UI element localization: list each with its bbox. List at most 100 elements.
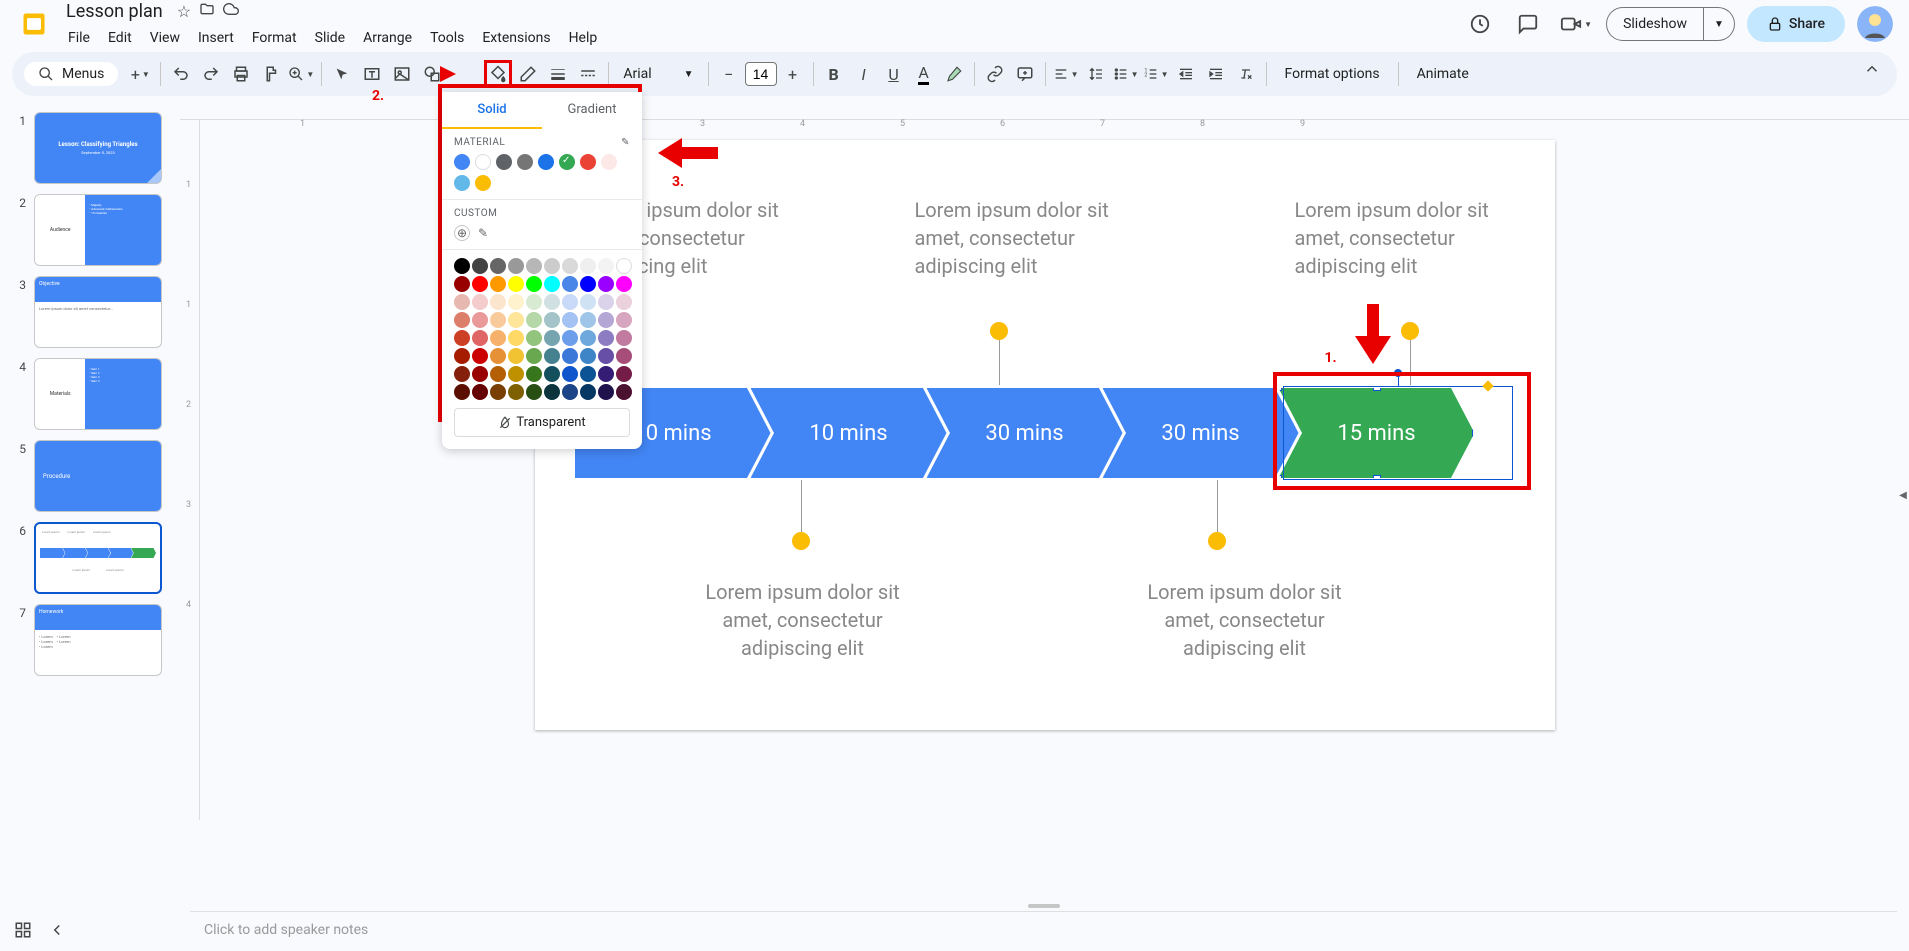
color-swatch[interactable]	[544, 348, 560, 364]
color-swatch[interactable]	[562, 294, 578, 310]
color-swatch[interactable]	[472, 384, 488, 400]
slide-thumb-1[interactable]: Lesson: Classifying TrianglesSeptember 5…	[34, 112, 162, 184]
slide-text-bottom-1[interactable]: Lorem ipsum dolor sit amet, consectetur …	[683, 578, 923, 662]
bold-button[interactable]: B	[820, 60, 848, 88]
color-swatch[interactable]	[544, 366, 560, 382]
color-swatch[interactable]	[544, 312, 560, 328]
color-swatch[interactable]	[526, 258, 542, 274]
user-avatar[interactable]	[1857, 6, 1893, 42]
menu-view[interactable]: View	[142, 26, 188, 50]
menu-insert[interactable]: Insert	[190, 26, 242, 50]
color-swatch[interactable]	[490, 366, 506, 382]
color-swatch[interactable]	[562, 276, 578, 292]
menu-edit[interactable]: Edit	[100, 26, 140, 50]
grid-view-button[interactable]	[14, 921, 32, 943]
color-swatch[interactable]	[490, 276, 506, 292]
color-swatch[interactable]	[580, 276, 596, 292]
numbered-list-button[interactable]: 12▼	[1142, 60, 1170, 88]
search-menus[interactable]: Menus	[24, 62, 118, 86]
history-icon[interactable]	[1462, 6, 1498, 42]
color-swatch[interactable]	[580, 366, 596, 382]
side-panel-handle[interactable]: ◀	[1897, 476, 1909, 516]
timeline-dot[interactable]	[792, 532, 810, 550]
text-color-button[interactable]: A	[910, 60, 938, 88]
color-swatch[interactable]	[598, 330, 614, 346]
expand-toolbar-icon[interactable]	[1863, 60, 1881, 82]
color-swatch[interactable]	[562, 330, 578, 346]
app-logo[interactable]	[16, 6, 52, 42]
color-swatch[interactable]	[616, 294, 632, 310]
color-swatch[interactable]	[580, 348, 596, 364]
color-swatch[interactable]	[454, 258, 470, 274]
link-button[interactable]	[981, 60, 1009, 88]
color-swatch[interactable]	[544, 276, 560, 292]
color-swatch[interactable]	[454, 312, 470, 328]
line-spacing-button[interactable]	[1082, 60, 1110, 88]
paint-format-button[interactable]	[257, 60, 285, 88]
color-swatch[interactable]	[601, 154, 617, 170]
color-swatch[interactable]	[508, 366, 524, 382]
align-button[interactable]: ▼	[1052, 60, 1080, 88]
color-swatch[interactable]	[616, 330, 632, 346]
move-folder-icon[interactable]	[199, 1, 215, 21]
format-options-button[interactable]: Format options	[1273, 62, 1392, 86]
slide-thumb-5[interactable]: Procedure	[34, 440, 162, 512]
increase-font-button[interactable]: +	[779, 60, 807, 88]
color-swatch[interactable]	[454, 348, 470, 364]
comments-icon[interactable]	[1510, 6, 1546, 42]
color-swatch[interactable]	[616, 276, 632, 292]
decrease-font-button[interactable]: −	[715, 60, 743, 88]
timeline-dot[interactable]	[1208, 532, 1226, 550]
slide-text-top-3[interactable]: Lorem ipsum dolor sit amet, consectetur …	[1295, 196, 1535, 280]
underline-button[interactable]: U	[880, 60, 908, 88]
chevron-5-selected[interactable]: 15 mins	[1279, 388, 1475, 478]
color-swatch[interactable]	[598, 276, 614, 292]
color-swatch[interactable]	[538, 154, 554, 170]
color-swatch[interactable]	[562, 258, 578, 274]
picker-tab-solid[interactable]: Solid	[442, 92, 542, 129]
color-swatch[interactable]	[526, 348, 542, 364]
slide-thumb-6[interactable]: Lorem ipsumLorem ipsumLorem ipsum Lorem …	[34, 522, 162, 594]
color-swatch[interactable]	[580, 294, 596, 310]
color-swatch[interactable]	[526, 384, 542, 400]
color-swatch[interactable]	[562, 312, 578, 328]
color-swatch[interactable]	[562, 348, 578, 364]
color-swatch[interactable]	[508, 294, 524, 310]
color-swatch[interactable]	[472, 294, 488, 310]
color-swatch[interactable]	[475, 154, 491, 170]
color-swatch[interactable]	[544, 384, 560, 400]
speaker-notes[interactable]: Click to add speaker notes	[190, 911, 1897, 951]
shape-tool[interactable]	[418, 60, 446, 88]
highlight-button[interactable]	[940, 60, 968, 88]
color-swatch[interactable]	[454, 276, 470, 292]
color-swatch[interactable]	[598, 384, 614, 400]
menu-help[interactable]: Help	[561, 26, 606, 50]
font-size-input[interactable]	[745, 62, 777, 86]
color-swatch[interactable]	[526, 366, 542, 382]
timeline-dot[interactable]	[990, 322, 1008, 340]
color-swatch[interactable]	[508, 312, 524, 328]
picker-tab-gradient[interactable]: Gradient	[542, 92, 642, 129]
color-swatch[interactable]	[490, 384, 506, 400]
border-color-button[interactable]	[514, 60, 542, 88]
slide-canvas[interactable]: Lorem ipsum dolor sit amet, consectetur …	[535, 140, 1555, 730]
slide-text-top-2[interactable]: Lorem ipsum dolor sit amet, consectetur …	[915, 196, 1155, 280]
color-swatch[interactable]	[616, 312, 632, 328]
color-swatch[interactable]	[598, 294, 614, 310]
color-swatch[interactable]	[454, 366, 470, 382]
fill-color-button[interactable]	[484, 60, 512, 88]
chevron-4[interactable]: 30 mins	[1103, 388, 1299, 478]
color-swatch[interactable]	[526, 294, 542, 310]
slide-text-bottom-2[interactable]: Lorem ipsum dolor sit amet, consectetur …	[1125, 578, 1365, 662]
notes-resize-handle[interactable]	[1028, 904, 1060, 908]
transparent-button[interactable]: Transparent	[454, 408, 630, 437]
zoom-button[interactable]: ▼	[287, 60, 315, 88]
color-swatch[interactable]	[490, 294, 506, 310]
comment-button[interactable]	[1011, 60, 1039, 88]
color-swatch[interactable]	[508, 258, 524, 274]
color-swatch[interactable]	[544, 330, 560, 346]
color-swatch[interactable]	[598, 366, 614, 382]
color-swatch[interactable]	[490, 258, 506, 274]
color-swatch[interactable]	[508, 276, 524, 292]
color-swatch[interactable]	[580, 384, 596, 400]
